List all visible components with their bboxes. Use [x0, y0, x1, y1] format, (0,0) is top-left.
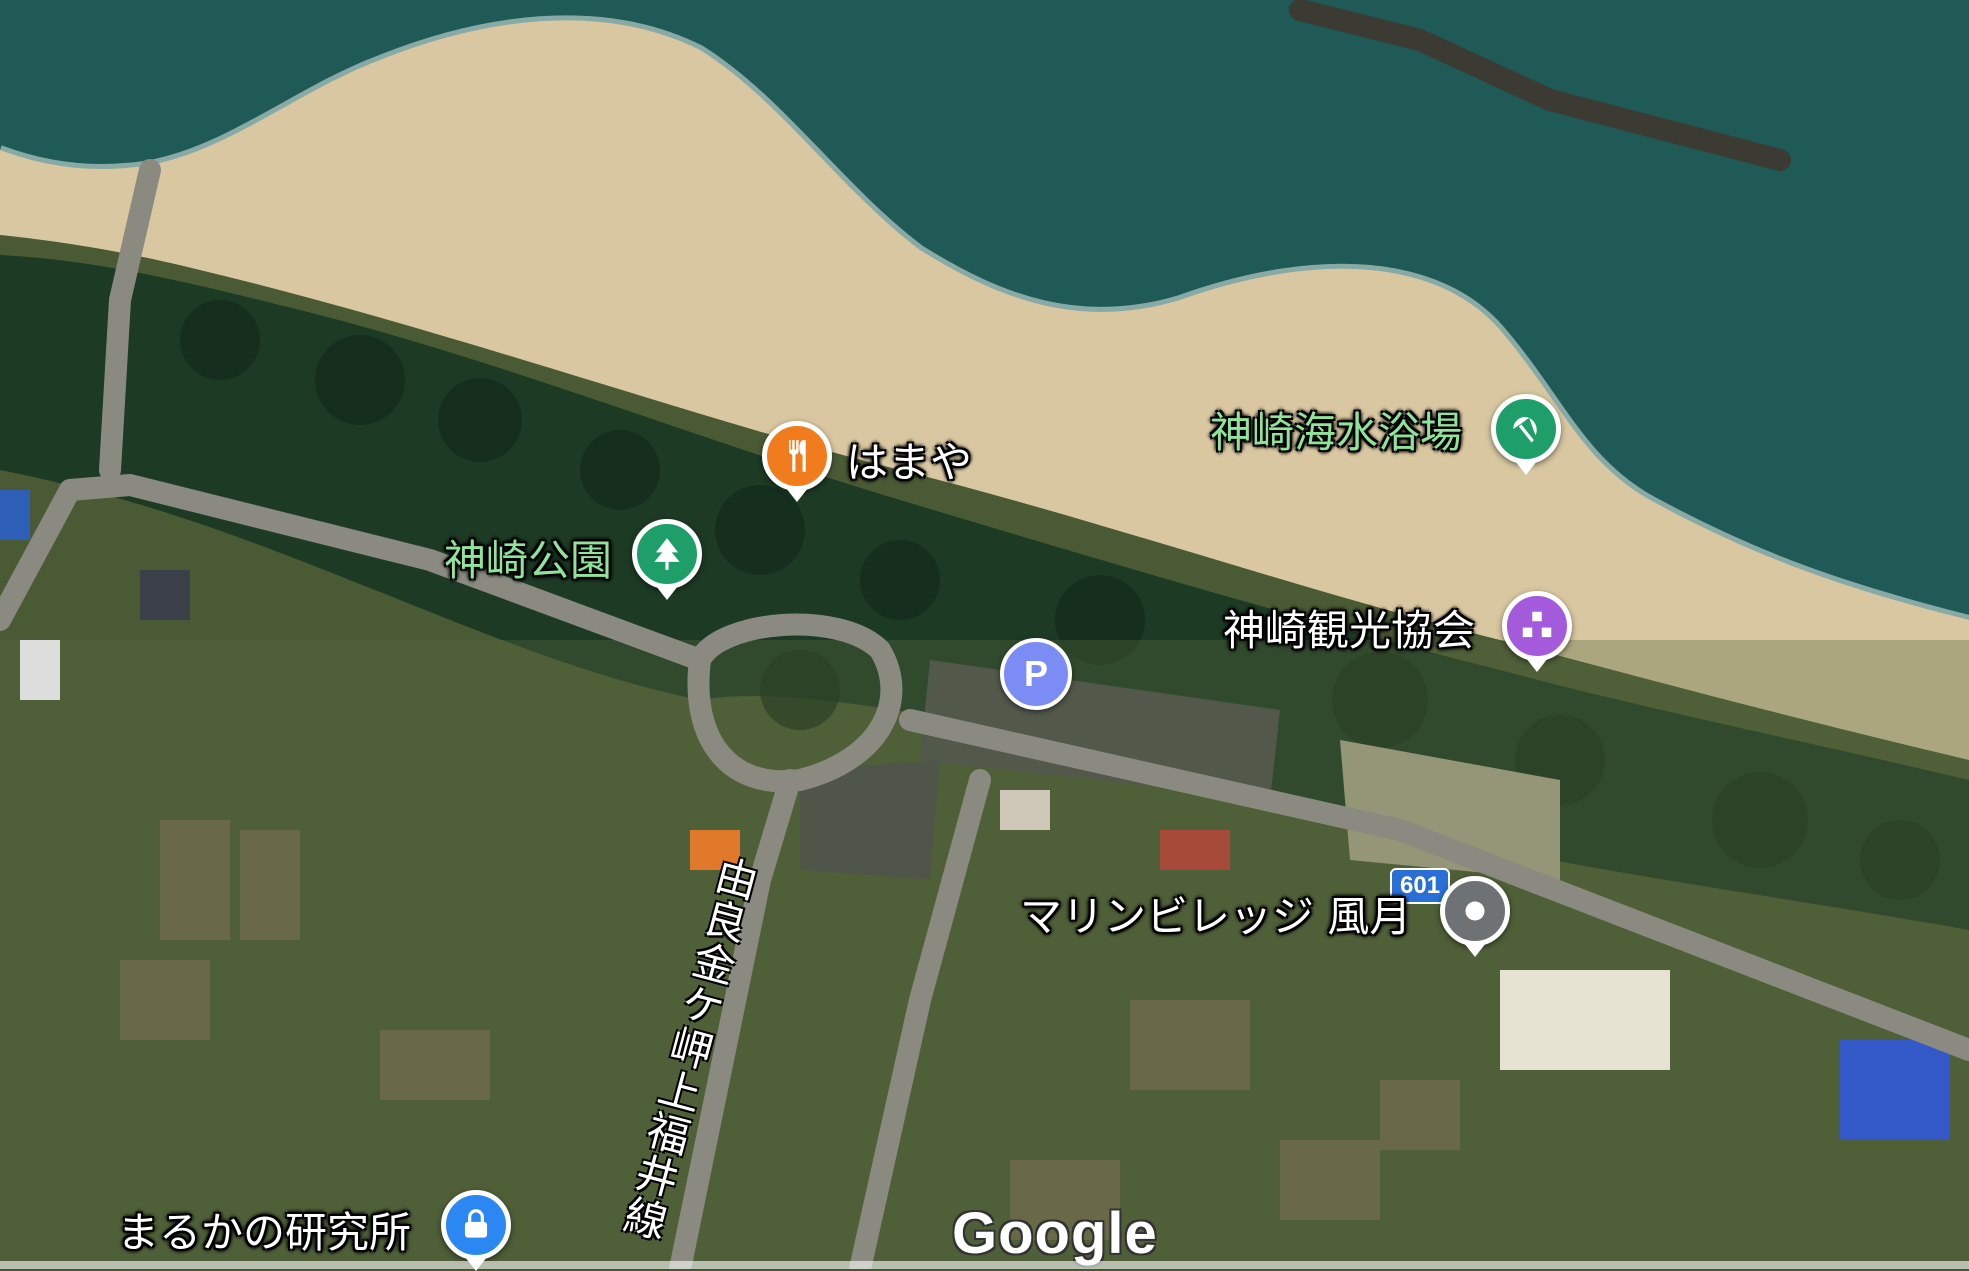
- restaurant-pin[interactable]: [762, 421, 832, 502]
- attribution-bar: [0, 1261, 1969, 1269]
- satellite-map[interactable]: [0, 0, 1969, 1269]
- place-label-kanzaki-park[interactable]: 神崎公園: [444, 540, 612, 582]
- tourism-pin[interactable]: [1502, 591, 1572, 672]
- parking-label: P: [1023, 653, 1048, 694]
- place-label-hamaya[interactable]: はまや: [846, 442, 972, 484]
- building-icon: [1522, 611, 1552, 638]
- beach-pin[interactable]: [1491, 394, 1561, 475]
- location-pin[interactable]: [1440, 876, 1510, 957]
- place-label-kanzaki-tourism[interactable]: 神崎観光協会: [1223, 610, 1475, 652]
- restaurant-icon: [789, 440, 806, 472]
- park-pin[interactable]: [632, 519, 702, 600]
- tree-icon: [654, 538, 680, 570]
- lab-pin[interactable]: [441, 1190, 511, 1271]
- place-label-kanzaki-beach[interactable]: 神崎海水浴場: [1210, 412, 1462, 454]
- place-label-marukano[interactable]: まるかの研究所: [117, 1212, 411, 1254]
- beach-umbrella-icon: [1513, 416, 1537, 443]
- lock-icon: [464, 1209, 488, 1238]
- place-label-marine-village[interactable]: マリンビレッジ 風月: [1020, 896, 1411, 938]
- pin-icon: [1465, 901, 1485, 921]
- google-logo: Google: [952, 1201, 1158, 1266]
- parking-marker[interactable]: P: [1000, 638, 1072, 710]
